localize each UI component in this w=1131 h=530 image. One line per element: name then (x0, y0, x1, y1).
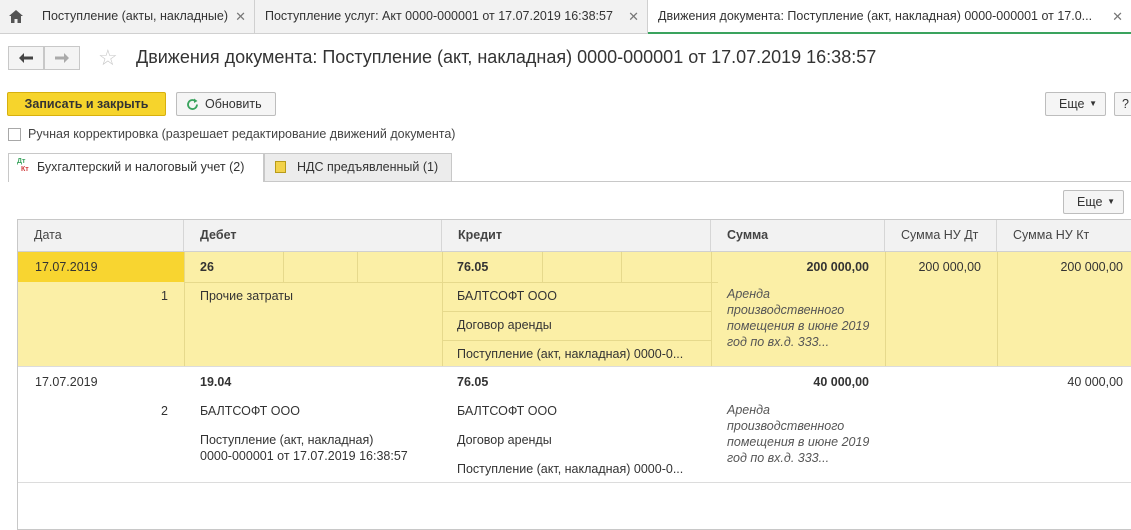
debit-subconto: 0000-000001 от 17.07.2019 16:38:57 (200, 449, 408, 463)
more-label: Еще (1059, 97, 1085, 111)
debit-subconto: Прочие затраты (200, 289, 294, 303)
tab-receipts-list[interactable]: Поступление (акты, накладные) ✕ (32, 0, 255, 33)
movements-table: Дата Дебет Кредит Сумма Сумма НУ Дт Сумм… (17, 219, 1131, 530)
close-icon[interactable]: ✕ (1112, 0, 1123, 32)
row-date: 17.07.2019 (35, 260, 98, 274)
debit-account: 26 (200, 260, 214, 274)
row-sum-nu-kt: 40 000,00 (1067, 375, 1123, 389)
tab-vat-presented[interactable]: НДС предъявленный (1) (264, 153, 452, 181)
back-button[interactable] (8, 46, 44, 70)
credit-subconto: БАЛТСОФТ ООО (457, 404, 557, 418)
table-more-button[interactable]: Еще ▼ (1063, 190, 1124, 214)
credit-subconto: Договор аренды (457, 318, 552, 332)
debit-subconto: БАЛТСОФТ ООО (200, 404, 300, 418)
manual-correction-checkbox[interactable] (8, 128, 21, 141)
tab-label: НДС предъявленный (1) (297, 160, 439, 174)
row-separator (18, 366, 1131, 367)
home-icon (9, 10, 23, 23)
credit-subconto: Поступление (акт, накладная) 0000-0... (457, 462, 684, 476)
credit-subconto: БАЛТСОФТ ООО (457, 289, 557, 303)
refresh-icon (187, 98, 198, 110)
column-header-credit[interactable]: Кредит (442, 220, 711, 251)
close-icon[interactable]: ✕ (628, 0, 639, 33)
credit-subconto: Поступление (акт, накладная) 0000-0... (457, 347, 684, 361)
forward-button[interactable] (44, 46, 80, 70)
column-header-date[interactable]: Дата (18, 220, 184, 251)
row-date: 17.07.2019 (35, 375, 98, 389)
debit-account: 19.04 (200, 375, 232, 389)
refresh-button[interactable]: Обновить (176, 92, 276, 116)
row-note: Аренда производственного помещения в июн… (727, 287, 870, 349)
more-button[interactable]: Еще ▼ (1045, 92, 1106, 116)
tab-label: Бухгалтерский и налоговый учет (2) (37, 160, 245, 174)
row-sum: 200 000,00 (806, 260, 869, 274)
row-sum-nu-dt: 200 000,00 (918, 260, 981, 274)
tab-accounting[interactable]: Дт Кт Бухгалтерский и налоговый учет (2) (8, 153, 264, 182)
tab-service-receipt[interactable]: Поступление услуг: Акт 0000-000001 от 17… (255, 0, 648, 33)
save-close-button[interactable]: Записать и закрыть (7, 92, 166, 116)
dropdown-arrow-icon: ▼ (1107, 197, 1115, 206)
refresh-label: Обновить (205, 97, 262, 111)
row-sum-nu-kt: 200 000,00 (1060, 260, 1123, 274)
table-header: Дата Дебет Кредит Сумма Сумма НУ Дт Сумм… (18, 220, 1131, 252)
column-header-sum-nu-kt[interactable]: Сумма НУ Кт (997, 220, 1131, 251)
row-number: 1 (161, 289, 168, 303)
credit-account: 76.05 (457, 260, 489, 274)
arrow-left-icon (19, 53, 33, 63)
debit-subconto: Поступление (акт, накладная) (200, 433, 374, 447)
tab-document-movements[interactable]: Движения документа: Поступление (акт, на… (648, 0, 1131, 34)
home-button[interactable] (0, 0, 32, 33)
arrow-right-icon (55, 53, 69, 63)
vat-register-icon (275, 161, 286, 173)
debit-credit-icon: Дт Кт (17, 158, 29, 173)
manual-correction-label: Ручная корректировка (разрешает редактир… (28, 127, 456, 141)
row-number: 2 (161, 404, 168, 418)
column-header-sum-nu-dt[interactable]: Сумма НУ Дт (885, 220, 997, 251)
dropdown-arrow-icon: ▼ (1089, 99, 1097, 108)
tab-label: Поступление услуг: Акт 0000-000001 от 17… (265, 9, 613, 23)
tab-label: Движения документа: Поступление (акт, на… (658, 9, 1093, 23)
column-header-debit[interactable]: Дебет (184, 220, 442, 251)
credit-account: 76.05 (457, 375, 489, 389)
more-label: Еще (1077, 195, 1103, 209)
row-note: Аренда производственного помещения в июн… (727, 403, 870, 465)
help-button[interactable]: ? (1114, 92, 1131, 116)
credit-subconto: Договор аренды (457, 433, 552, 447)
tab-label: Поступление (акты, накладные) (42, 9, 229, 23)
close-icon[interactable]: ✕ (235, 0, 246, 33)
row-separator (18, 482, 1131, 483)
page-title: Движения документа: Поступление (акт, на… (136, 47, 877, 67)
column-header-sum[interactable]: Сумма (711, 220, 885, 251)
row-sum: 40 000,00 (813, 375, 869, 389)
window-tab-bar: Поступление (акты, накладные) ✕ Поступле… (0, 0, 1131, 34)
favorite-star-icon[interactable]: ☆ (98, 46, 118, 70)
